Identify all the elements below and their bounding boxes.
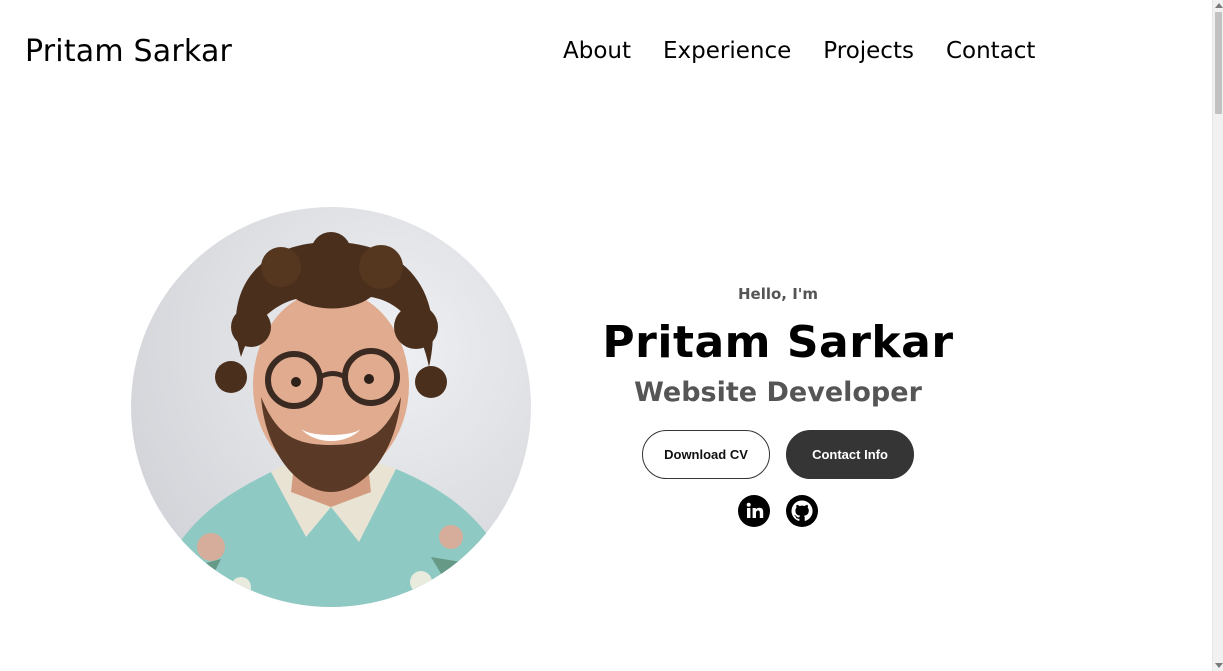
main-nav: About Experience Projects Contact xyxy=(563,38,1035,64)
page: Pritam Sarkar About Experience Projects … xyxy=(0,0,1223,671)
nav-link-experience[interactable]: Experience xyxy=(663,38,791,64)
contact-info-button[interactable]: Contact Info xyxy=(786,430,914,479)
github-icon[interactable] xyxy=(786,495,818,527)
profile-photo xyxy=(131,207,531,607)
nav-link-projects[interactable]: Projects xyxy=(823,38,914,64)
linkedin-icon[interactable] xyxy=(738,495,770,527)
download-cv-button[interactable]: Download CV xyxy=(642,430,770,479)
hero-name: Pritam Sarkar xyxy=(602,317,954,368)
nav-link-contact[interactable]: Contact xyxy=(946,38,1035,64)
social-links xyxy=(578,495,978,527)
scroll-up-arrow-icon[interactable] xyxy=(1215,3,1223,8)
hero-role: Website Developer xyxy=(634,377,922,408)
hero-buttons: Download CV Contact Info xyxy=(578,430,978,479)
scroll-down-arrow-icon[interactable] xyxy=(1215,663,1223,668)
site-logo[interactable]: Pritam Sarkar xyxy=(25,34,232,69)
scrollbar-thumb[interactable] xyxy=(1215,12,1222,114)
greeting-text: Hello, I'm xyxy=(737,285,819,303)
hero-section: Hello, I'm Pritam Sarkar Website Develop… xyxy=(578,284,978,527)
nav-link-about[interactable]: About xyxy=(563,38,631,64)
vertical-scrollbar[interactable] xyxy=(1212,0,1223,671)
